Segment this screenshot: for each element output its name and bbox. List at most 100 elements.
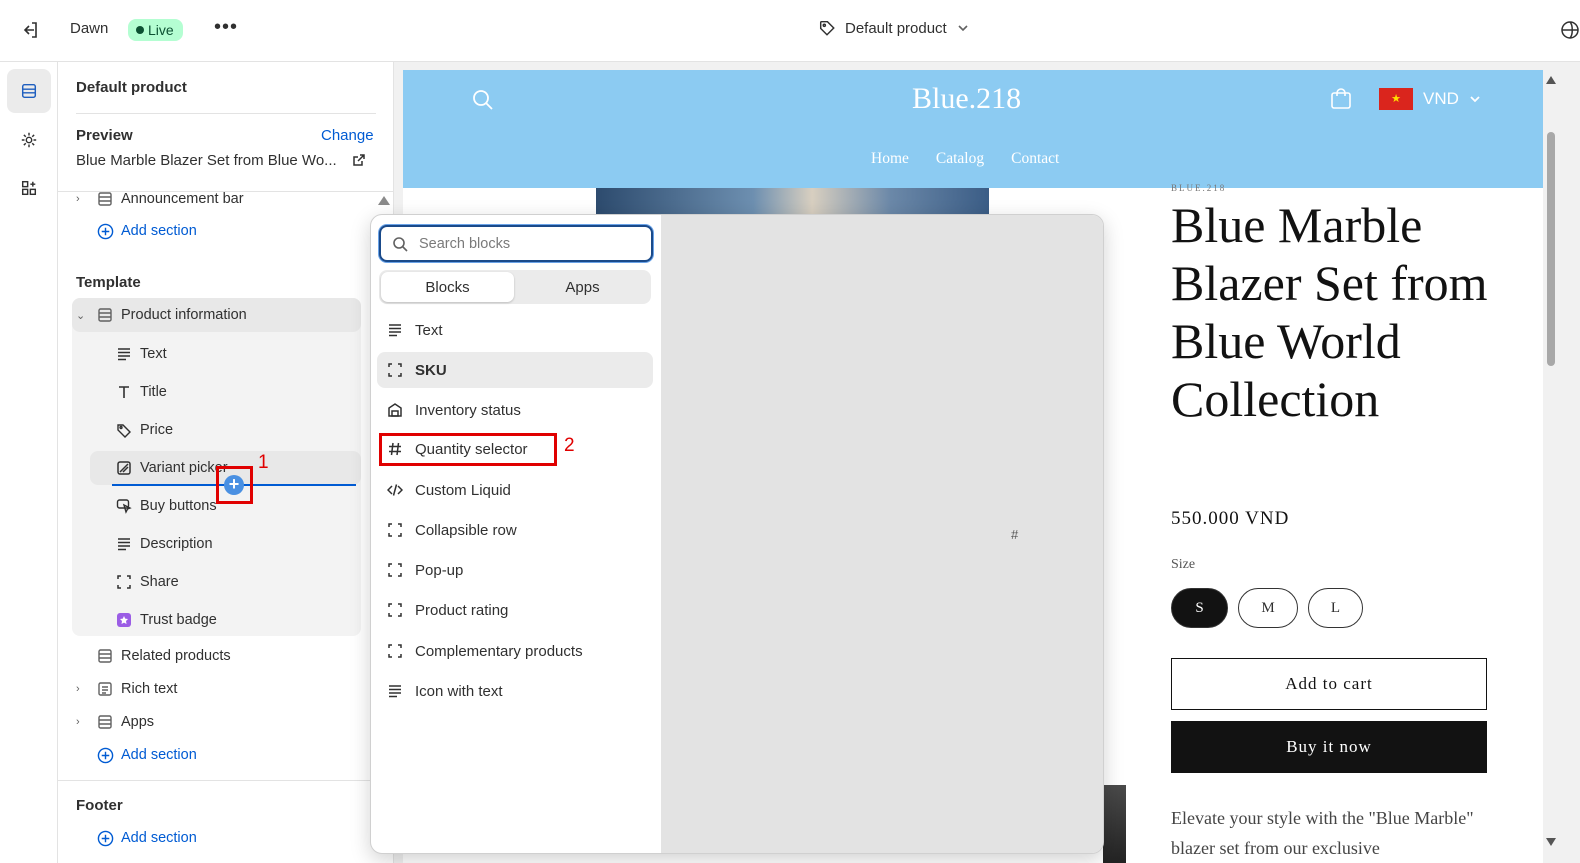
block-label: Text	[140, 346, 167, 362]
product-thumbnail	[1103, 785, 1126, 863]
size-label: Size	[1171, 557, 1196, 572]
add-to-cart-button[interactable]: Add to cart	[1171, 658, 1487, 710]
chevron-right-icon: ›	[76, 193, 80, 205]
size-option-m[interactable]: M	[1238, 588, 1298, 628]
more-actions-button[interactable]: •••	[214, 16, 238, 39]
rich-text-icon	[96, 680, 114, 698]
tab-blocks[interactable]: Blocks	[381, 272, 514, 302]
change-preview-link[interactable]: Change	[321, 127, 374, 144]
tab-apps[interactable]: Apps	[516, 272, 649, 302]
block-option-label: Icon with text	[415, 682, 503, 700]
exit-icon[interactable]	[18, 18, 42, 42]
block-option-text[interactable]: Text	[377, 312, 653, 348]
product-title: Blue Marble Blazer Set from Blue World C…	[1171, 197, 1488, 427]
add-section-footer[interactable]: Add section	[96, 829, 197, 847]
block-price[interactable]: Price	[115, 421, 173, 439]
block-option-product-rating[interactable]: Product rating	[377, 592, 653, 628]
block-label: Share	[140, 574, 179, 590]
nav-home-link[interactable]: Home	[871, 150, 909, 168]
currency-label: VND	[1423, 89, 1459, 108]
text-icon	[115, 345, 133, 363]
theme-settings-nav-button[interactable]	[7, 118, 51, 162]
block-option-inventory-status[interactable]: Inventory status	[377, 392, 653, 428]
scroll-down-arrow[interactable]	[1546, 838, 1556, 846]
section-label: Product information	[121, 307, 247, 323]
sections-nav-button[interactable]	[7, 69, 51, 113]
product-vendor: BLUE.218	[1171, 183, 1227, 193]
store-header: Blue.218 ★ VND Home Catalog Contact	[403, 70, 1543, 188]
block-option-icon-with-text[interactable]: Icon with text	[377, 673, 653, 709]
inventory-icon	[386, 401, 404, 419]
preview-label: Preview	[76, 127, 133, 144]
block-trust-badge[interactable]: Trust badge	[115, 611, 217, 629]
block-title[interactable]: Title	[115, 383, 167, 401]
search-icon	[392, 236, 408, 257]
buy-now-button[interactable]: Buy it now	[1171, 721, 1487, 773]
block-share[interactable]: Share	[115, 573, 179, 591]
tag-icon	[819, 20, 835, 36]
plus-circle-icon	[96, 746, 114, 764]
share-icon	[115, 573, 133, 591]
block-option-label: Text	[415, 321, 443, 339]
add-section-label: Add section	[121, 747, 197, 763]
nav-catalog-link[interactable]: Catalog	[936, 150, 984, 168]
cart-icon[interactable]	[1329, 87, 1353, 116]
annotation-box-2	[379, 433, 557, 466]
title-icon	[115, 383, 133, 401]
globe-icon[interactable]	[1560, 19, 1580, 41]
section-label: Rich text	[121, 681, 178, 697]
block-text[interactable]: Text	[115, 345, 167, 363]
block-icon	[386, 601, 404, 619]
add-section-header[interactable]: Add section	[96, 222, 197, 240]
block-option-custom-liquid[interactable]: Custom Liquid	[377, 472, 653, 508]
block-icon	[386, 561, 404, 579]
preview-scrollbar[interactable]	[1544, 70, 1558, 855]
block-buy-buttons[interactable]: Buy buttons	[115, 497, 217, 515]
section-product-information[interactable]: ⌄ Product information	[76, 306, 247, 324]
block-icon	[386, 642, 404, 660]
text-icon	[386, 321, 404, 339]
currency-selector[interactable]: ★ VND	[1379, 88, 1481, 110]
scrollbar-thumb[interactable]	[1547, 132, 1555, 366]
block-description[interactable]: Description	[115, 535, 213, 553]
live-status-badge: Live	[128, 19, 183, 41]
price-tag-icon	[115, 421, 133, 439]
app-embeds-nav-button[interactable]	[7, 166, 51, 210]
external-link-icon[interactable]	[352, 153, 366, 172]
search-icon[interactable]	[471, 88, 495, 117]
plus-circle-icon	[96, 829, 114, 847]
block-option-pop-up[interactable]: Pop-up	[377, 552, 653, 588]
block-option-collapsible-row[interactable]: Collapsible row	[377, 512, 653, 548]
block-option-label: Product rating	[415, 601, 509, 619]
theme-name: Dawn	[70, 20, 109, 37]
store-logo[interactable]: Blue.218	[912, 82, 1021, 116]
block-variant-picker[interactable]: Variant picker	[115, 459, 228, 477]
block-icon	[386, 361, 404, 379]
block-label: Description	[140, 536, 213, 552]
block-option-complementary-products[interactable]: Complementary products	[377, 633, 653, 669]
section-announcement-bar[interactable]: › Announcement bar	[76, 190, 244, 208]
block-label: Variant picker	[140, 460, 228, 476]
block-option-sku[interactable]: SKU	[377, 352, 653, 388]
chevron-down-icon: ⌄	[76, 309, 86, 322]
code-icon	[386, 481, 404, 499]
search-blocks-field[interactable]	[379, 225, 653, 262]
apps-icon	[21, 180, 37, 196]
section-apps[interactable]: › Apps	[76, 713, 154, 731]
block-label: Trust badge	[140, 612, 217, 628]
product-description: Elevate your style with the "Blue Marble…	[1171, 808, 1474, 858]
size-option-l[interactable]: L	[1308, 588, 1363, 628]
search-blocks-input[interactable]	[419, 234, 639, 254]
scroll-up-arrow[interactable]	[1546, 76, 1556, 84]
size-option-s[interactable]: S	[1171, 588, 1228, 628]
template-selector[interactable]: Default product	[818, 19, 970, 37]
icon-rail	[0, 62, 58, 863]
block-preview-panel: #	[661, 215, 1103, 853]
scroll-up-arrow[interactable]	[378, 196, 390, 205]
nav-contact-link[interactable]: Contact	[1011, 150, 1059, 168]
section-rich-text[interactable]: › Rich text	[76, 680, 177, 698]
section-related-products[interactable]: Related products	[96, 647, 231, 665]
sidebar-title: Default product	[76, 79, 187, 96]
section-label: Apps	[121, 714, 155, 730]
add-section-template[interactable]: Add section	[96, 746, 197, 764]
